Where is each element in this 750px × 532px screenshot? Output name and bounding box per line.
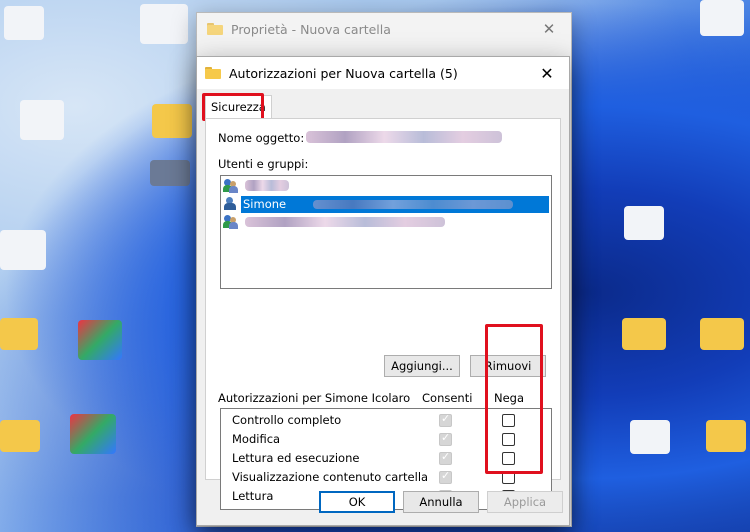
user-name: Simone <box>243 197 287 211</box>
add-button[interactable]: Aggiungi... <box>384 355 460 377</box>
desktop-icon[interactable] <box>20 100 64 140</box>
desktop-folder-icon[interactable] <box>0 318 38 350</box>
allow-checkbox <box>439 469 452 484</box>
desktop-icon[interactable] <box>624 206 664 240</box>
permission-name: Lettura <box>232 489 274 503</box>
list-item-selected[interactable]: Simone <box>223 195 287 213</box>
allow-checkbox <box>439 450 452 465</box>
desktop-app-icon[interactable] <box>78 320 122 360</box>
permission-name: Controllo completo <box>232 413 342 427</box>
desktop-icon[interactable] <box>4 6 44 40</box>
list-item[interactable] <box>223 177 289 195</box>
object-name-label: Nome oggetto: <box>218 131 305 145</box>
desktop-folder-icon[interactable] <box>700 318 744 350</box>
dialog-title: Autorizzazioni per Nuova cartella (5) <box>229 65 458 81</box>
group-icon <box>223 179 239 193</box>
close-icon[interactable]: ✕ <box>527 20 571 38</box>
desktop-folder-icon[interactable] <box>0 420 40 452</box>
permissions-for-label: Autorizzazioni per Simone Icolaro <box>218 391 411 405</box>
user-name-obscured <box>245 180 289 191</box>
user-name-obscured <box>245 217 445 227</box>
ok-button[interactable]: OK <box>319 491 395 513</box>
desktop-icon[interactable] <box>700 0 744 36</box>
permission-name: Lettura ed esecuzione <box>232 451 360 465</box>
close-icon[interactable]: ✕ <box>525 64 569 83</box>
object-name-value <box>306 131 502 143</box>
allow-checkbox <box>439 412 452 427</box>
desktop-icon[interactable] <box>0 230 46 270</box>
users-list[interactable]: Simone <box>220 175 552 289</box>
permission-name: Modifica <box>232 432 281 446</box>
apply-button[interactable]: Applica <box>487 491 563 513</box>
users-groups-label: Utenti e gruppi: <box>218 157 309 171</box>
highlight-deny-column-box <box>485 324 543 474</box>
user-icon <box>223 197 239 211</box>
allow-column-header: Consenti <box>422 391 473 405</box>
list-item[interactable] <box>223 213 445 231</box>
desktop-icon[interactable] <box>630 420 670 454</box>
highlight-tab-box <box>202 93 264 121</box>
desktop-folder-icon[interactable] <box>706 420 746 452</box>
permissions-dialog: Autorizzazioni per Nuova cartella (5) ✕ … <box>196 56 570 526</box>
desktop-icon[interactable] <box>140 4 188 44</box>
dialog-titlebar: Autorizzazioni per Nuova cartella (5) ✕ <box>197 57 569 89</box>
folder-icon <box>205 67 221 79</box>
desktop-folder-icon[interactable] <box>152 104 192 138</box>
cancel-button[interactable]: Annulla <box>403 491 479 513</box>
desktop-icon[interactable] <box>150 160 190 186</box>
desktop-app-icon[interactable] <box>70 414 116 454</box>
allow-checkbox <box>439 431 452 446</box>
user-detail-obscured <box>313 200 513 209</box>
permission-name: Visualizzazione contenuto cartella <box>232 470 429 484</box>
group-icon <box>223 215 239 229</box>
properties-titlebar: Proprietà - Nuova cartella ✕ <box>197 13 571 45</box>
folder-icon <box>207 23 223 35</box>
desktop-folder-icon[interactable] <box>622 318 666 350</box>
properties-title: Proprietà - Nuova cartella <box>231 21 391 37</box>
